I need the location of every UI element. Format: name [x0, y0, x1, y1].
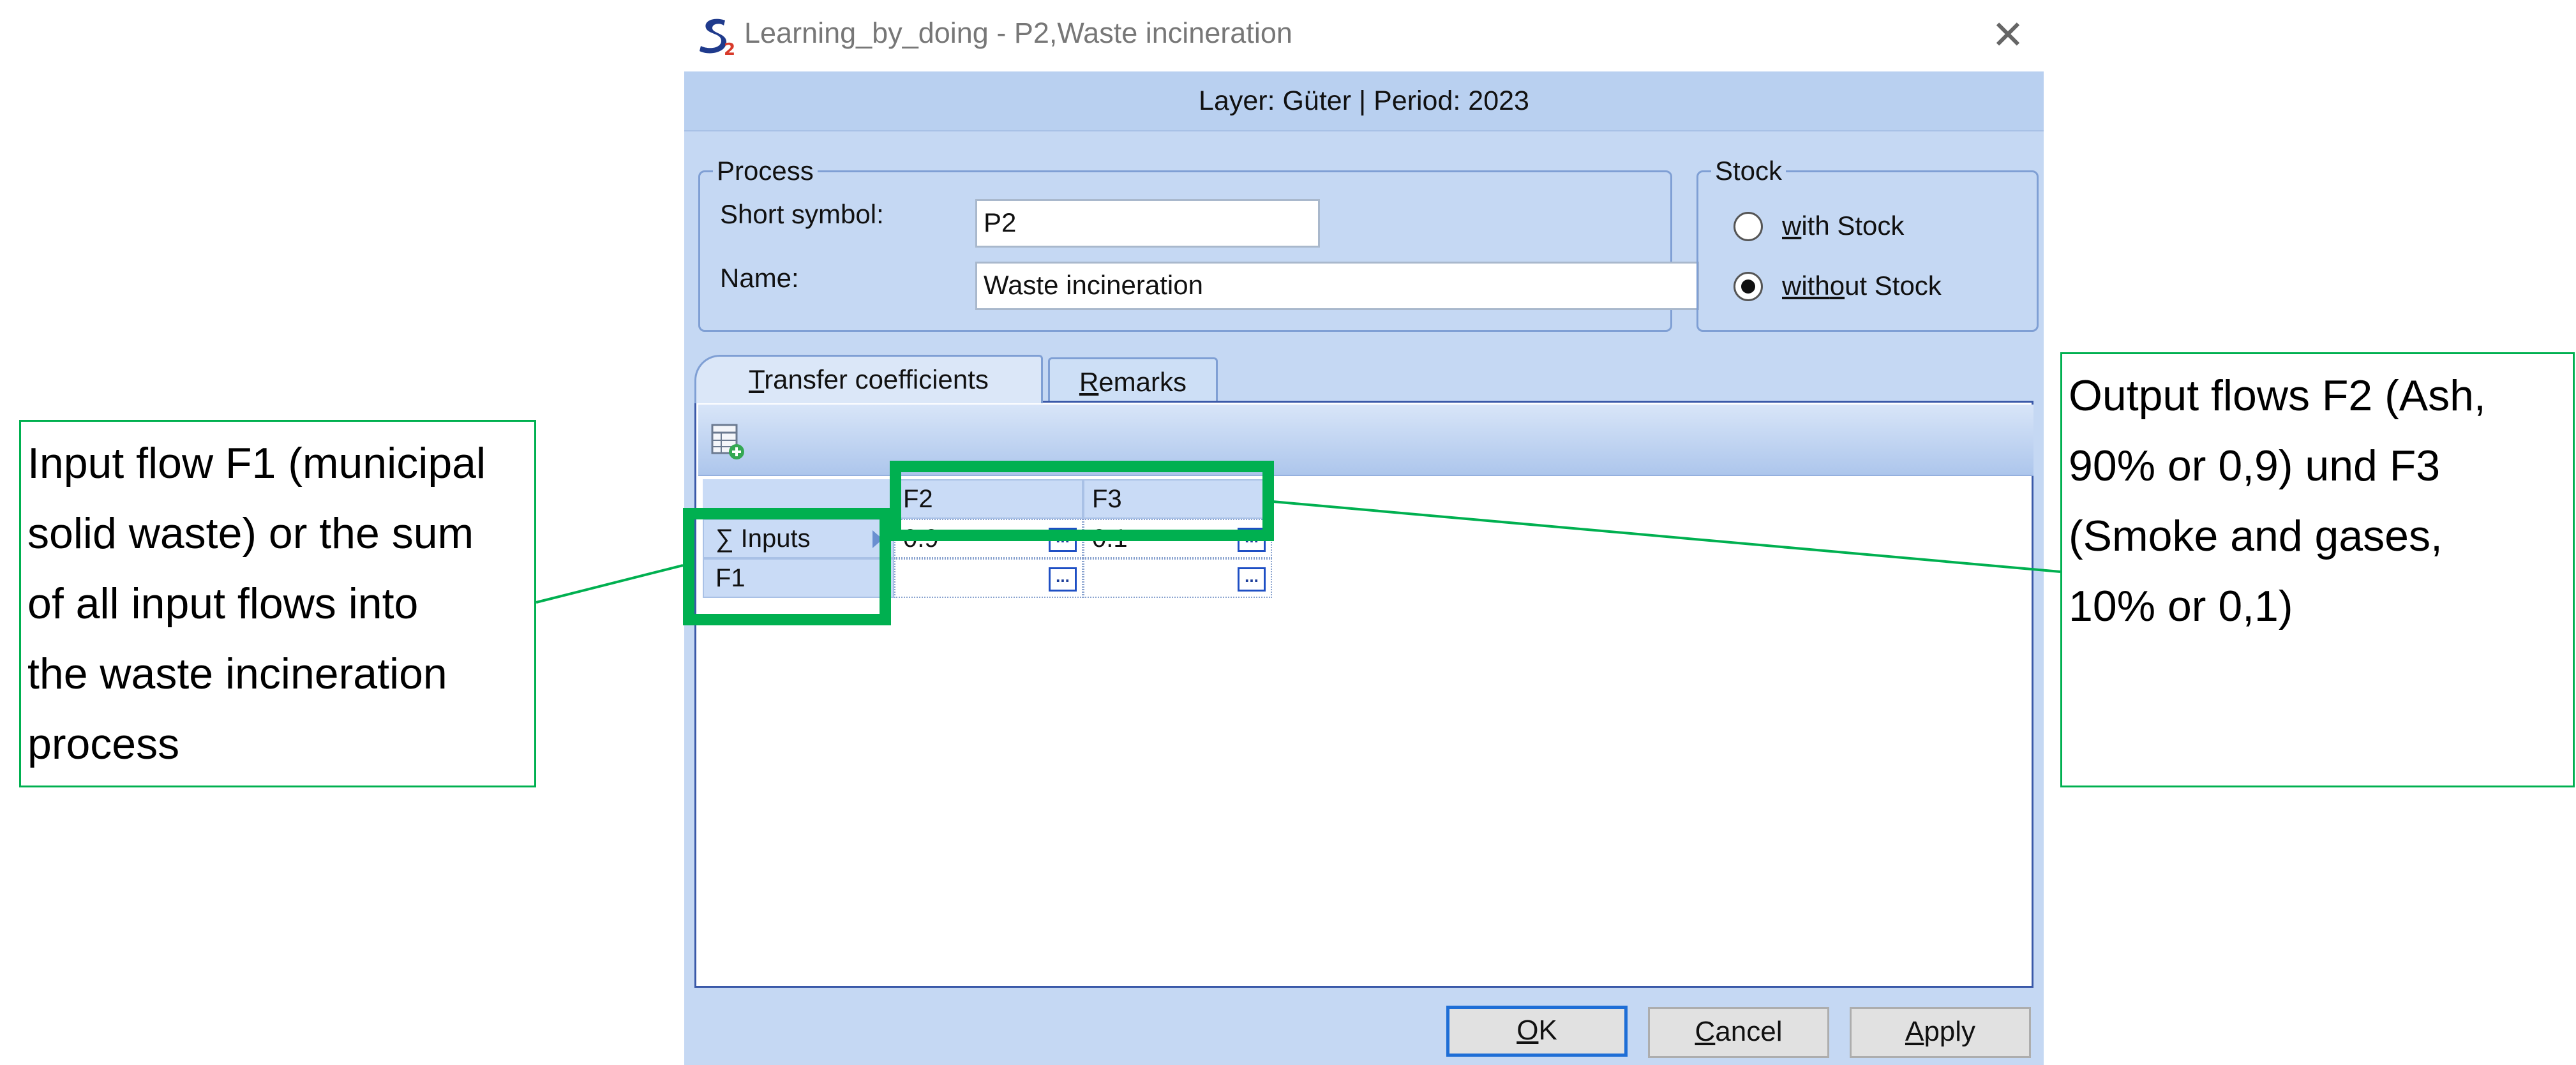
apply-label: pply	[1924, 1016, 1976, 1047]
layer-period-bar: Layer: Güter | Period: 2023	[684, 71, 2044, 131]
with-stock-label-text: ith Stock	[1801, 211, 1905, 241]
cancel-hotkey: C	[1695, 1016, 1716, 1047]
callout-line: solid waste) or the sum	[27, 509, 474, 558]
input-rows-highlight	[683, 508, 891, 625]
callout-line: 10% or 0,1)	[2069, 582, 2293, 630]
short-symbol-input[interactable]: P2	[975, 199, 1320, 248]
tab-transfer-label: ransfer coefficients	[764, 364, 989, 394]
without-stock-hotkey: o	[1829, 271, 1845, 301]
with-stock-hotkey: w	[1782, 211, 1802, 241]
radio-selected-dot	[1741, 279, 1755, 294]
title-bar: 2 Learning_by_doing - P2,Waste incinerat…	[684, 0, 2044, 71]
ok-label: K	[1538, 1015, 1557, 1046]
close-icon[interactable]: ✕	[1980, 8, 2036, 64]
callout-line: (Smoke and gases,	[2069, 512, 2443, 560]
cancel-label: ancel	[1715, 1016, 1783, 1047]
stock-legend: Stock	[1715, 156, 1783, 186]
callout-line: the waste incineration	[27, 650, 447, 698]
tab-remarks-hotkey: R	[1079, 367, 1099, 397]
ok-hotkey: O	[1516, 1015, 1539, 1046]
callout-line: process	[27, 720, 180, 768]
layer-period-text: Layer: Güter | Period: 2023	[1199, 86, 1529, 116]
with-stock-radio[interactable]	[1734, 212, 1763, 241]
with-stock-label[interactable]: with Stock	[1782, 211, 1904, 241]
callout-line: Input flow F1 (municipal	[27, 439, 486, 488]
grid-cell[interactable]: ...	[894, 558, 1083, 598]
window-title: Learning_by_doing - P2,Waste incineratio…	[744, 17, 1292, 49]
grid-cell[interactable]: ...	[1083, 558, 1272, 598]
tab-transfer-hotkey: T	[749, 364, 765, 394]
input-flow-callout: Input flow F1 (municipal solid waste) or…	[19, 420, 536, 787]
stock-group: Stock	[1696, 156, 2039, 332]
without-stock-label[interactable]: without Stock	[1782, 271, 1942, 301]
process-legend: Process	[717, 156, 814, 186]
callout-line: Output flows F2 (Ash,	[2069, 371, 2486, 420]
grid-add-icon[interactable]	[710, 424, 747, 461]
output-flows-callout: Output flows F2 (Ash, 90% or 0,9) und F3…	[2060, 352, 2575, 787]
ellipsis-button[interactable]: ...	[1049, 567, 1077, 592]
without-stock-label-pre: with	[1782, 271, 1830, 301]
tab-remarks-label: emarks	[1098, 367, 1187, 397]
s2-logo-icon: 2	[700, 19, 735, 56]
svg-text:2: 2	[724, 40, 735, 56]
name-label: Name:	[720, 263, 799, 293]
cancel-button[interactable]: Cancel	[1648, 1007, 1829, 1058]
callout-line: of all input flows into	[27, 579, 419, 628]
apply-hotkey: A	[1905, 1016, 1924, 1047]
short-symbol-label: Short symbol:	[720, 199, 884, 229]
tab-transfer-coefficients[interactable]: Transfer coefficients	[694, 355, 1043, 403]
ok-button[interactable]: OK	[1446, 1006, 1628, 1057]
output-columns-highlight	[890, 461, 1274, 541]
without-stock-label-text: ut Stock	[1845, 271, 1942, 301]
apply-button[interactable]: Apply	[1850, 1007, 2031, 1058]
name-input[interactable]: Waste incineration	[975, 262, 1699, 310]
tab-remarks[interactable]: Remarks	[1048, 357, 1218, 403]
ellipsis-button[interactable]: ...	[1238, 567, 1266, 592]
input-leader-line	[535, 564, 684, 604]
callout-line: 90% or 0,9) und F3	[2069, 442, 2441, 490]
without-stock-radio[interactable]	[1734, 272, 1763, 301]
